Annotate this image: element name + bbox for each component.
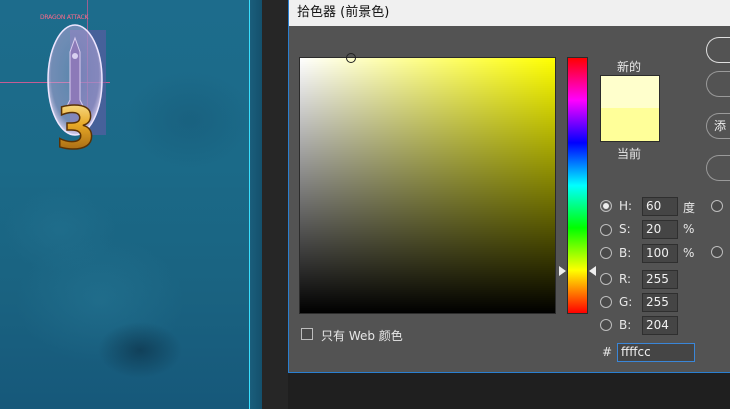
sprite-rocket-shield-icon: 3: [47, 24, 106, 160]
radio-blue[interactable]: [600, 319, 612, 331]
add-to-swatches-button[interactable]: 添: [706, 113, 730, 139]
hue-label: H:: [619, 199, 633, 213]
green-label: G:: [619, 295, 633, 309]
radio-lab-l[interactable]: [711, 200, 723, 212]
brightness-unit: %: [683, 246, 695, 260]
hex-input[interactable]: ffffcc: [617, 343, 695, 362]
hue-slider-handle-left[interactable]: [559, 266, 566, 276]
color-picker-dialog: 拾色器 (前景色) 新的 当前 H: 60 度 S: 20 % B: 100 %…: [288, 0, 730, 373]
new-color-swatch: [600, 75, 660, 108]
canvas-edge: [250, 0, 262, 409]
hue-input[interactable]: 60: [642, 197, 678, 216]
green-input[interactable]: 255: [642, 293, 678, 312]
guide-vertical-cyan: [249, 0, 250, 409]
new-color-label: 新的: [617, 60, 642, 74]
blue-input[interactable]: 204: [642, 316, 678, 335]
radio-red[interactable]: [600, 273, 612, 285]
saturation-input[interactable]: 20: [642, 220, 678, 239]
blue-label: B:: [619, 318, 632, 332]
brightness-label: B:: [619, 246, 632, 260]
sprite-number: 3: [56, 94, 96, 160]
red-input[interactable]: 255: [642, 270, 678, 289]
radio-green[interactable]: [600, 296, 612, 308]
cancel-button[interactable]: [706, 71, 730, 97]
dialog-title: 拾色器 (前景色): [297, 5, 390, 20]
color-libraries-button[interactable]: [706, 155, 730, 181]
current-color-label: 当前: [617, 147, 642, 161]
radio-hue[interactable]: [600, 200, 612, 212]
current-color-swatch[interactable]: [600, 108, 660, 142]
radio-saturation[interactable]: [600, 224, 612, 236]
ok-button[interactable]: [706, 37, 730, 63]
hue-slider[interactable]: [567, 57, 588, 314]
saturation-unit: %: [683, 222, 695, 236]
workspace-gutter: [262, 0, 288, 409]
web-colors-only-label: 只有 Web 颜色: [321, 329, 403, 343]
radio-lab-b[interactable]: [711, 246, 723, 258]
radio-brightness[interactable]: [600, 247, 612, 259]
web-colors-only-checkbox[interactable]: [301, 328, 313, 340]
brightness-input[interactable]: 100: [642, 244, 678, 263]
color-field-cursor[interactable]: [346, 53, 356, 63]
hue-unit: 度: [683, 201, 696, 215]
saturation-label: S:: [619, 222, 631, 236]
dialog-titlebar[interactable]: 拾色器 (前景色): [289, 0, 730, 26]
saturation-brightness-field[interactable]: [299, 57, 556, 314]
hue-slider-handle-right[interactable]: [589, 266, 596, 276]
hex-label: #: [602, 345, 613, 359]
red-label: R:: [619, 272, 632, 286]
